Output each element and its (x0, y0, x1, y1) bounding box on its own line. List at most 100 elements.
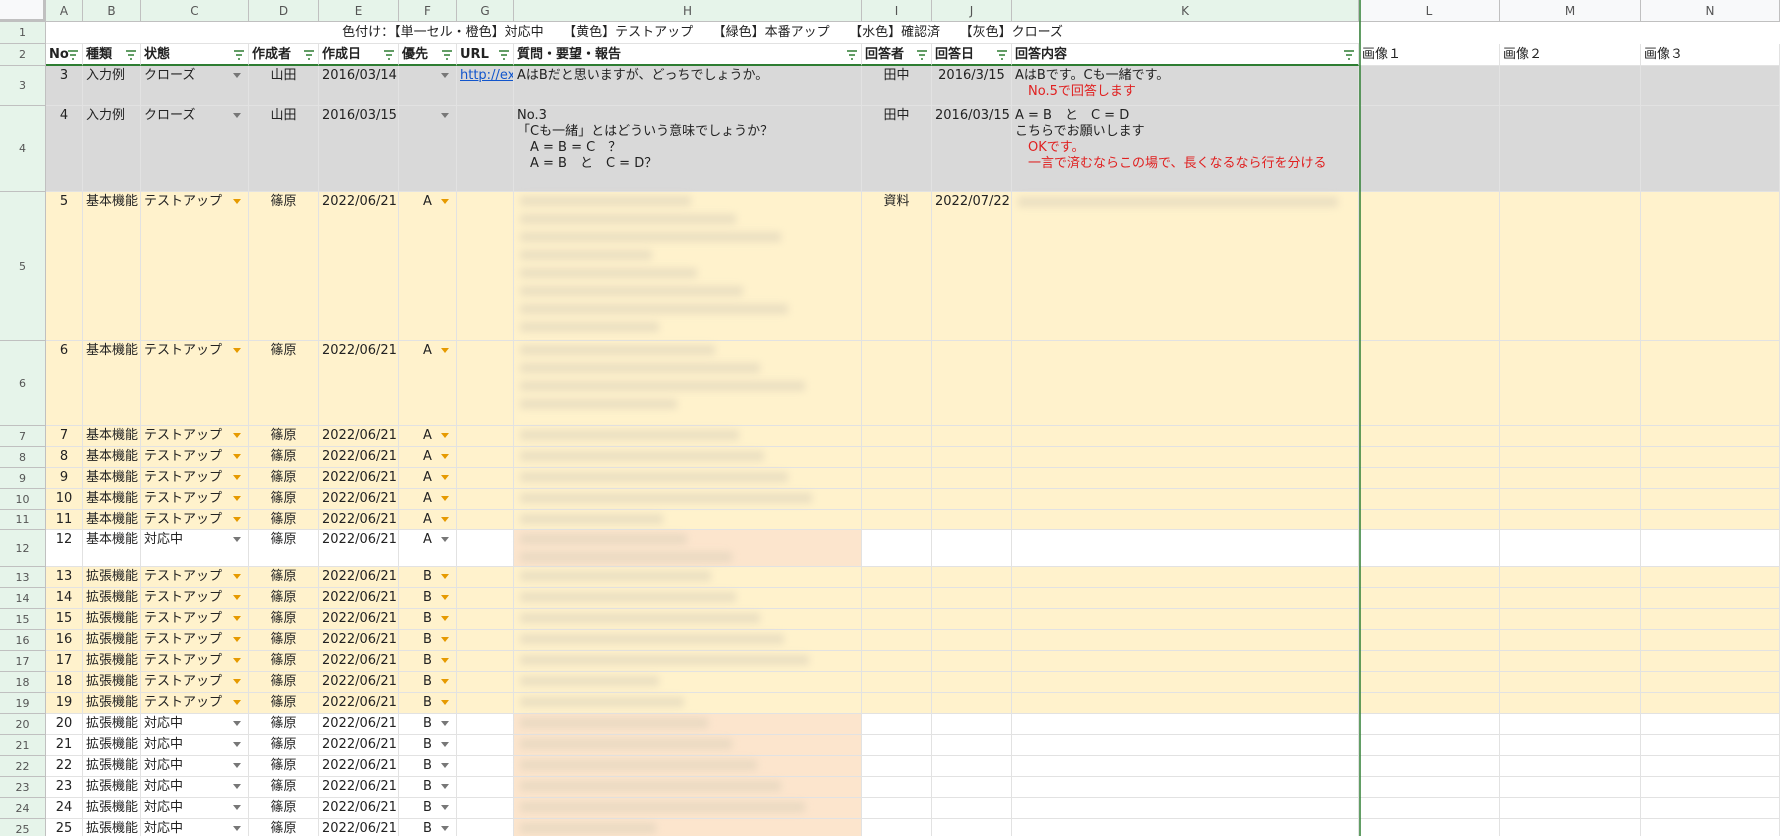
chevron-down-icon[interactable] (441, 574, 449, 579)
row-header-23[interactable]: 23 (0, 777, 46, 798)
chevron-down-icon[interactable] (441, 454, 449, 459)
column-header-g[interactable]: G (457, 0, 514, 22)
row-header-19[interactable]: 19 (0, 693, 46, 714)
filter-icon[interactable] (847, 49, 857, 60)
cell-priority[interactable]: B (399, 588, 457, 609)
cell-priority[interactable]: B (399, 798, 457, 819)
chevron-down-icon[interactable] (441, 763, 449, 768)
row-header-22[interactable]: 22 (0, 756, 46, 777)
cell-status[interactable]: クローズ (141, 66, 249, 106)
chevron-down-icon[interactable] (441, 784, 449, 789)
cell-priority[interactable]: A (399, 192, 457, 341)
row-header-7[interactable]: 7 (0, 426, 46, 447)
cell-status[interactable]: テストアップ (141, 630, 249, 651)
row-header-21[interactable]: 21 (0, 735, 46, 756)
row-header-3[interactable]: 3 (0, 66, 46, 106)
cell-status[interactable]: テストアップ (141, 510, 249, 530)
chevron-down-icon[interactable] (441, 826, 449, 831)
chevron-down-icon[interactable] (441, 199, 449, 204)
cell-priority[interactable]: B (399, 819, 457, 836)
chevron-down-icon[interactable] (441, 496, 449, 501)
column-header-i[interactable]: I (862, 0, 932, 22)
cell-url[interactable] (457, 735, 514, 756)
cell-url[interactable] (457, 567, 514, 588)
cell-status[interactable]: 対応中 (141, 756, 249, 777)
url-link[interactable]: http://exa (460, 68, 513, 83)
chevron-down-icon[interactable] (233, 348, 241, 353)
cell-status[interactable]: テストアップ (141, 426, 249, 447)
cell-status[interactable]: テストアップ (141, 588, 249, 609)
cell-priority[interactable]: A (399, 426, 457, 447)
filter-icon[interactable] (499, 49, 509, 60)
cell-url[interactable] (457, 798, 514, 819)
chevron-down-icon[interactable] (233, 475, 241, 480)
row-header-15[interactable]: 15 (0, 609, 46, 630)
row-header-17[interactable]: 17 (0, 651, 46, 672)
filter-icon[interactable] (68, 49, 78, 60)
cell-url[interactable] (457, 630, 514, 651)
chevron-down-icon[interactable] (233, 637, 241, 642)
cell-url[interactable] (457, 192, 514, 341)
cell-priority[interactable]: A (399, 510, 457, 530)
chevron-down-icon[interactable] (233, 784, 241, 789)
cell-url[interactable] (457, 489, 514, 510)
column-header-n[interactable]: N (1641, 0, 1780, 22)
row-header-4[interactable]: 4 (0, 106, 46, 192)
row-header-5[interactable]: 5 (0, 192, 46, 341)
cell-priority[interactable]: A (399, 341, 457, 426)
cell-status[interactable]: テストアップ (141, 609, 249, 630)
cell-status[interactable]: クローズ (141, 106, 249, 192)
chevron-down-icon[interactable] (233, 742, 241, 747)
cell-status[interactable]: テストアップ (141, 567, 249, 588)
cell-url[interactable] (457, 447, 514, 468)
filter-icon[interactable] (384, 49, 394, 60)
chevron-down-icon[interactable] (233, 679, 241, 684)
cell-url[interactable] (457, 468, 514, 489)
chevron-down-icon[interactable] (233, 574, 241, 579)
cell-priority[interactable]: B (399, 651, 457, 672)
cell-status[interactable]: テストアップ (141, 651, 249, 672)
chevron-down-icon[interactable] (233, 616, 241, 621)
cell-priority[interactable]: A (399, 530, 457, 567)
cell-status[interactable]: テストアップ (141, 693, 249, 714)
cell-priority[interactable] (399, 66, 457, 106)
cell-url[interactable] (457, 588, 514, 609)
filter-icon[interactable] (304, 49, 314, 60)
chevron-down-icon[interactable] (441, 517, 449, 522)
cell-priority[interactable] (399, 106, 457, 192)
cell-priority[interactable]: B (399, 693, 457, 714)
frozen-column-divider[interactable] (1359, 0, 1361, 836)
chevron-down-icon[interactable] (233, 805, 241, 810)
cell-url[interactable] (457, 693, 514, 714)
chevron-down-icon[interactable] (233, 433, 241, 438)
filter-icon[interactable] (234, 49, 244, 60)
chevron-down-icon[interactable] (233, 113, 241, 118)
cell-status[interactable]: 対応中 (141, 714, 249, 735)
row-header-25[interactable]: 25 (0, 819, 46, 836)
cell-url[interactable]: http://exa (457, 66, 514, 106)
row-header-9[interactable]: 9 (0, 468, 46, 489)
column-header-j[interactable]: J (932, 0, 1012, 22)
chevron-down-icon[interactable] (233, 496, 241, 501)
column-header-b[interactable]: B (83, 0, 141, 22)
chevron-down-icon[interactable] (441, 113, 449, 118)
chevron-down-icon[interactable] (441, 73, 449, 78)
row-header-8[interactable]: 8 (0, 447, 46, 468)
cell-status[interactable]: テストアップ (141, 468, 249, 489)
cell-url[interactable] (457, 819, 514, 836)
chevron-down-icon[interactable] (441, 721, 449, 726)
row-header-6[interactable]: 6 (0, 341, 46, 426)
chevron-down-icon[interactable] (233, 721, 241, 726)
chevron-down-icon[interactable] (441, 742, 449, 747)
row-header-12[interactable]: 12 (0, 530, 46, 567)
row-header-2[interactable]: 2 (0, 44, 46, 66)
cell-status[interactable]: 対応中 (141, 777, 249, 798)
chevron-down-icon[interactable] (233, 826, 241, 831)
chevron-down-icon[interactable] (441, 348, 449, 353)
cell-status[interactable]: 対応中 (141, 530, 249, 567)
column-header-m[interactable]: M (1500, 0, 1641, 22)
chevron-down-icon[interactable] (441, 700, 449, 705)
cell-url[interactable] (457, 756, 514, 777)
cell-priority[interactable]: B (399, 567, 457, 588)
chevron-down-icon[interactable] (441, 595, 449, 600)
